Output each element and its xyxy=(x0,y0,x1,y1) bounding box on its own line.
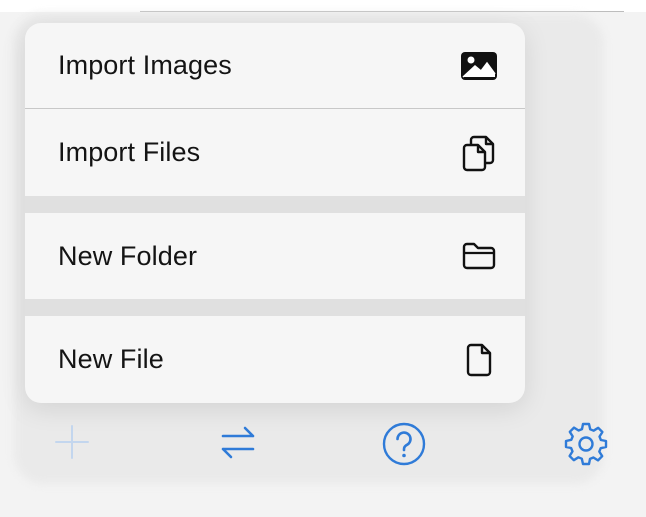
add-button[interactable] xyxy=(52,422,92,466)
menu-group-separator xyxy=(25,196,525,213)
menu-item-label: New Folder xyxy=(58,240,198,271)
menu-item-new-folder[interactable]: New Folder xyxy=(25,213,525,299)
folder-icon xyxy=(459,236,499,276)
swap-button[interactable] xyxy=(216,422,260,466)
top-divider xyxy=(140,11,624,12)
menu-item-new-file[interactable]: New File xyxy=(25,316,525,403)
settings-button[interactable] xyxy=(560,420,612,472)
menu-item-label: New File xyxy=(58,344,164,374)
gear-icon xyxy=(562,420,610,473)
menu-item-label: Import Images xyxy=(58,50,232,80)
plus-icon xyxy=(54,424,90,465)
help-button[interactable] xyxy=(380,422,428,470)
documents-icon xyxy=(459,133,499,173)
photo-icon xyxy=(459,46,499,86)
question-circle-icon xyxy=(381,421,427,472)
menu-item-import-images[interactable]: Import Images xyxy=(25,23,525,108)
context-menu: Import Images Import Files New Folder Ne… xyxy=(25,23,525,403)
menu-group-separator xyxy=(25,299,525,316)
document-icon xyxy=(459,340,499,380)
swap-arrows-icon xyxy=(218,422,258,467)
menu-item-label: Import Files xyxy=(58,137,201,167)
menu-item-import-files[interactable]: Import Files xyxy=(25,109,525,196)
